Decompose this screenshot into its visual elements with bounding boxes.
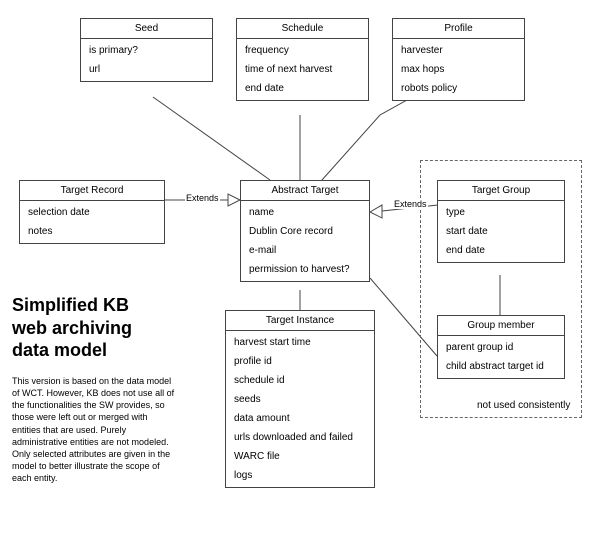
entity-attr: max hops — [393, 60, 524, 79]
entity-attr: type — [438, 203, 564, 222]
edge-label-extends-right: Extends — [393, 199, 428, 209]
edge-label-extends-left: Extends — [185, 193, 220, 203]
entity-title: Target Instance — [226, 311, 374, 331]
entity-target-instance: Target Instance harvest start time profi… — [225, 310, 375, 488]
entity-title: Target Record — [20, 181, 164, 201]
entity-attr: e-mail — [241, 241, 369, 260]
entity-profile: Profile harvester max hops robots policy — [392, 18, 525, 101]
entity-attr: harvester — [393, 41, 524, 60]
headline-line: web archiving — [12, 317, 132, 340]
entity-attr: name — [241, 203, 369, 222]
entity-title: Abstract Target — [241, 181, 369, 201]
entity-attr: url — [81, 60, 212, 79]
entity-title: Target Group — [438, 181, 564, 201]
diagram-headline: Simplified KB web archiving data model — [12, 294, 132, 362]
entity-attr: WARC file — [226, 447, 374, 466]
entity-title: Profile — [393, 19, 524, 39]
entity-attr: data amount — [226, 409, 374, 428]
entity-title: Group member — [438, 316, 564, 336]
entity-attr: parent group id — [438, 338, 564, 357]
entity-attrs: parent group id child abstract target id — [438, 336, 564, 378]
diagram-blurb: This version is based on the data model … — [12, 375, 177, 484]
headline-line: data model — [12, 339, 132, 362]
entity-attrs: frequency time of next harvest end date — [237, 39, 368, 100]
entity-abstract-target: Abstract Target name Dublin Core record … — [240, 180, 370, 282]
entity-attr: schedule id — [226, 371, 374, 390]
headline-line: Simplified KB — [12, 294, 132, 317]
entity-attrs: harvester max hops robots policy — [393, 39, 524, 100]
entity-attr: urls downloaded and failed — [226, 428, 374, 447]
entity-attr: seeds — [226, 390, 374, 409]
entity-attrs: name Dublin Core record e-mail permissio… — [241, 201, 369, 281]
entity-attr: harvest start time — [226, 333, 374, 352]
entity-attr: permission to harvest? — [241, 260, 369, 279]
entity-attr: end date — [438, 241, 564, 260]
entity-attrs: selection date notes — [20, 201, 164, 243]
entity-group-member: Group member parent group id child abstr… — [437, 315, 565, 379]
entity-attr: frequency — [237, 41, 368, 60]
entity-attr: robots policy — [393, 79, 524, 98]
entity-attrs: harvest start time profile id schedule i… — [226, 331, 374, 487]
entity-attr: end date — [237, 79, 368, 98]
entity-attr: profile id — [226, 352, 374, 371]
entity-attr: child abstract target id — [438, 357, 564, 376]
entity-attr: selection date — [20, 203, 164, 222]
entity-attr: time of next harvest — [237, 60, 368, 79]
entity-target-record: Target Record selection date notes — [19, 180, 165, 244]
entity-attrs: is primary? url — [81, 39, 212, 81]
entity-schedule: Schedule frequency time of next harvest … — [236, 18, 369, 101]
dash-label: not used consistently — [477, 400, 570, 411]
entity-seed: Seed is primary? url — [80, 18, 213, 82]
entity-attr: Dublin Core record — [241, 222, 369, 241]
entity-attrs: type start date end date — [438, 201, 564, 262]
entity-target-group: Target Group type start date end date — [437, 180, 565, 263]
entity-title: Seed — [81, 19, 212, 39]
entity-attr: notes — [20, 222, 164, 241]
entity-attr: start date — [438, 222, 564, 241]
entity-attr: logs — [226, 466, 374, 485]
entity-title: Schedule — [237, 19, 368, 39]
entity-attr: is primary? — [81, 41, 212, 60]
